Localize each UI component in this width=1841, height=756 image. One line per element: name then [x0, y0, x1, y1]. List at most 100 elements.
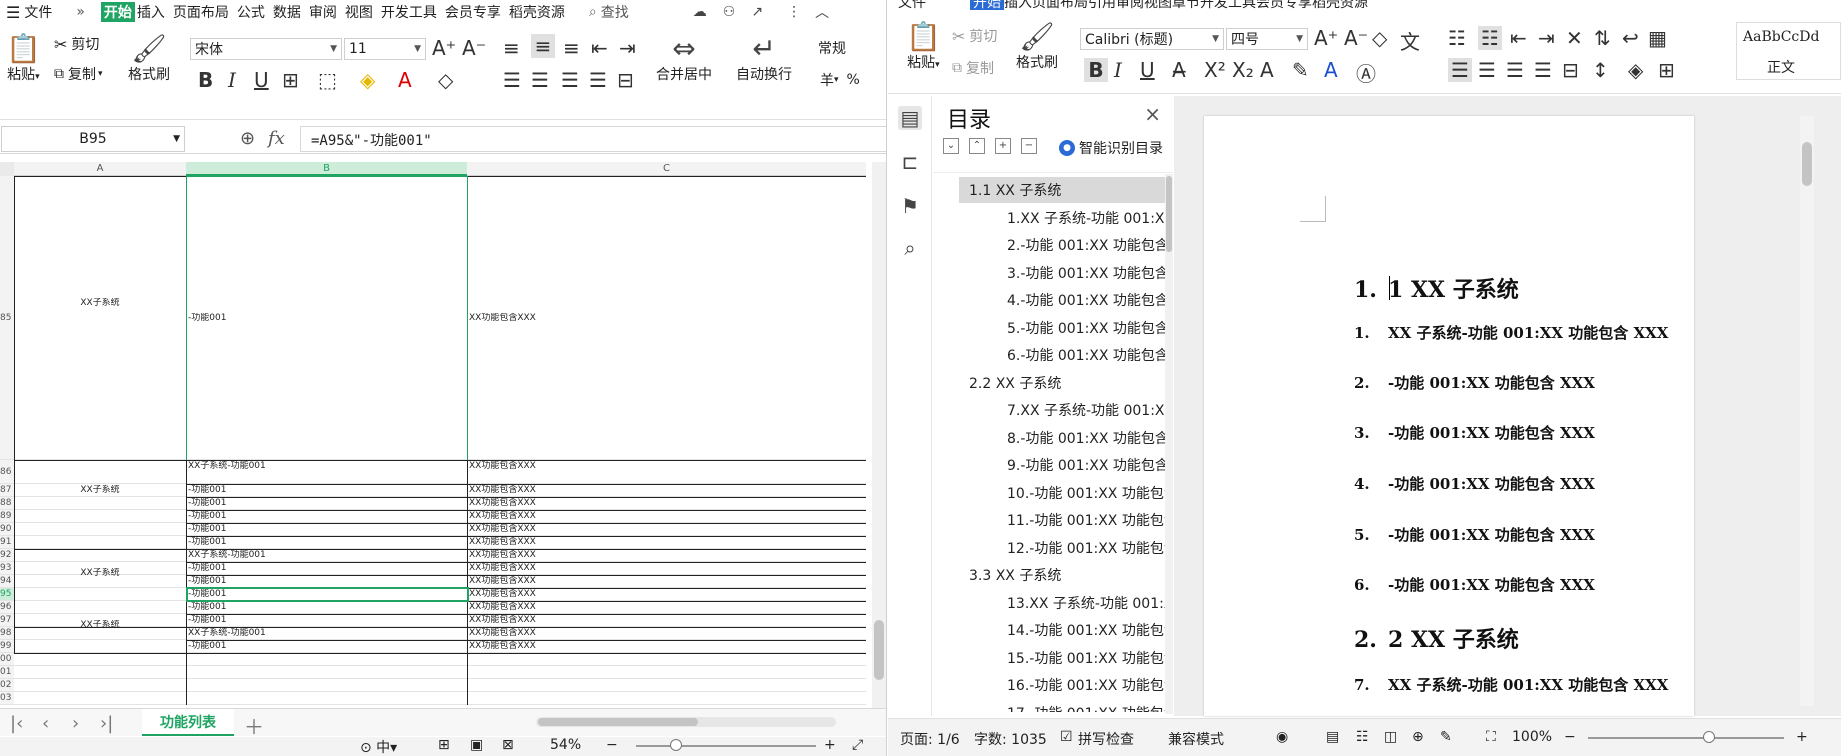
page-view-icon[interactable]: ▤ — [1326, 729, 1339, 745]
document-page[interactable]: 1. 1 XX 子系统 1. XX 子系统-功能 001:XX 功能包含 XXX 2. -… — [1204, 116, 1694, 716]
menu-tab-3[interactable]: 公式 — [235, 2, 267, 22]
file-menu-icon[interactable]: ☰ — [4, 3, 22, 22]
doc-increase-font-icon[interactable]: A⁺ — [1314, 26, 1338, 50]
add-sheet-icon[interactable]: ＋ — [244, 711, 264, 740]
merged-cell-a-2[interactable]: XX子系统 — [16, 568, 184, 579]
selected-cell-b95[interactable] — [186, 587, 469, 602]
find-icon[interactable]: ⌕ — [898, 236, 922, 260]
line-spacing-icon[interactable]: ↕ — [1592, 58, 1609, 82]
doc-zoom-in-icon[interactable]: + — [1796, 729, 1808, 745]
toc-scroll-thumb[interactable] — [1166, 176, 1172, 252]
toc-item-3[interactable]: 3.-功能 001:XX 功能包含 XXX — [1007, 260, 1173, 286]
doc-align-center-icon[interactable]: ☰ — [1478, 58, 1496, 82]
cell-c91[interactable]: XX功能包含XXX — [469, 537, 859, 548]
align-right-icon[interactable]: ☰ — [561, 68, 579, 92]
web-view-icon[interactable]: ⊕ — [1412, 729, 1424, 745]
cell-c97[interactable]: XX功能包含XXX — [469, 615, 859, 626]
doc-h2-4[interactable]: 4. -功能 001:XX 功能包含 XXX — [1354, 473, 1595, 494]
table-icon[interactable]: ▦ — [1648, 26, 1667, 50]
menu-tab-6[interactable]: 视图 — [343, 2, 375, 22]
doc-h2-2[interactable]: 2. -功能 001:XX 功能包含 XXX — [1354, 372, 1595, 393]
underline-icon[interactable]: U — [254, 68, 269, 92]
zoom-slider[interactable] — [636, 745, 816, 747]
doc-align-right-icon[interactable]: ☰ — [1506, 58, 1524, 82]
vertical-scroll-thumb[interactable] — [874, 620, 884, 680]
fullscreen-icon[interactable]: ⤢ — [852, 737, 863, 753]
doc-clear-format-icon[interactable]: ◇ — [1372, 26, 1387, 50]
view-icons[interactable]: ⊙ 中▾ — [360, 737, 397, 756]
doc-h2-1[interactable]: 1. XX 子系统-功能 001:XX 功能包含 XXX — [1354, 322, 1668, 343]
doc-zoom-level[interactable]: 100% — [1512, 729, 1552, 745]
align-left-icon[interactable]: ☰ — [503, 68, 521, 92]
doc-h1-7[interactable]: 2. 2 XX 子系统 — [1354, 622, 1519, 654]
doc-paste-button[interactable]: 📋 粘贴▾ — [906, 22, 941, 72]
fill-pattern-icon[interactable]: ⬚ — [318, 68, 337, 92]
toc-item-9[interactable]: 8.-功能 001:XX 功能包含 XXX — [1007, 425, 1173, 451]
expand-all-icon[interactable]: ⌄ — [943, 138, 959, 154]
collapse-ribbon-icon[interactable]: ︿ — [813, 2, 831, 22]
compat-mode[interactable]: 兼容模式 — [1168, 729, 1224, 749]
toc-item-7[interactable]: 2.2 XX 子系统 — [963, 370, 1061, 396]
more-options-icon[interactable]: ⋮ — [785, 4, 803, 20]
bullets-icon[interactable]: ☷ — [1448, 26, 1466, 50]
word-count[interactable]: 字数: 1035 — [974, 729, 1047, 749]
page-count[interactable]: 页面: 1/6 — [900, 729, 960, 749]
doc-h2-5[interactable]: 5. -功能 001:XX 功能包含 XXX — [1354, 524, 1595, 545]
file-menu[interactable]: 文件 — [22, 2, 54, 22]
menu-tab-0[interactable]: 开始 — [100, 2, 135, 22]
doc-decrease-indent-icon[interactable]: ⇤ — [1510, 26, 1527, 50]
char-border-icon[interactable]: Ⓐ — [1356, 58, 1376, 87]
select-all-corner[interactable] — [0, 162, 14, 176]
toc-item-19[interactable]: 17.-功能 001:XX 功能包含 XXX — [1007, 700, 1173, 713]
toc-item-17[interactable]: 15.-功能 001:XX 功能包含 XXX — [1007, 645, 1173, 671]
cell-c94[interactable]: XX功能包含XXX — [469, 576, 859, 587]
share-icon[interactable]: ↗ — [749, 4, 765, 20]
toc-item-13[interactable]: 12.-功能 001:XX 功能包含 XXX — [1007, 535, 1173, 561]
toc-item-18[interactable]: 16.-功能 001:XX 功能包含 XXX — [1007, 672, 1173, 698]
cell-b91[interactable]: -功能001 — [188, 537, 464, 548]
spell-check[interactable]: 拼写检查 — [1078, 729, 1134, 749]
doc-font-color-icon[interactable]: A — [1324, 58, 1338, 82]
toc-item-2[interactable]: 2.-功能 001:XX 功能包含 XXX — [1007, 232, 1173, 258]
cell-c90[interactable]: XX功能包含XXX — [469, 524, 859, 535]
strikethrough-icon[interactable]: A̶ — [1172, 58, 1186, 82]
toc-item-14[interactable]: 3.3 XX 子系统 — [963, 562, 1061, 588]
doc-h2-6[interactable]: 6. -功能 001:XX 功能包含 XXX — [1354, 574, 1595, 595]
doc-h2-8[interactable]: 7. XX 子系统-功能 001:XX 功能包含 XXX — [1354, 674, 1668, 695]
page-layout-icon[interactable]: ▣ — [470, 737, 483, 753]
bold-icon[interactable]: B — [198, 68, 213, 92]
eye-protection-icon[interactable]: ◉ — [1276, 729, 1288, 745]
page-break-icon[interactable]: ⊠ — [502, 737, 514, 753]
cell-c85[interactable]: XX功能包含XXX — [469, 313, 859, 324]
cloud-icon[interactable]: ☁ — [691, 4, 709, 20]
next-sheet-icon[interactable]: › — [72, 713, 79, 734]
numbering-icon[interactable]: ☷ — [1478, 26, 1502, 50]
cut-button[interactable]: ✂ 剪切 — [54, 34, 99, 54]
cell-c99[interactable]: XX功能包含XXX — [469, 641, 859, 652]
menu-tab-7[interactable]: 开发工具 — [379, 2, 439, 22]
doc-menu-tab-8[interactable]: 会员专享 — [1256, 0, 1312, 10]
doc-menu-tab-7[interactable]: 开发工具 — [1200, 0, 1256, 10]
cell-c88[interactable]: XX功能包含XXX — [469, 498, 859, 509]
close-icon[interactable]: × — [1144, 102, 1161, 126]
fit-page-icon[interactable]: ⛶ — [1486, 729, 1496, 745]
zoom-in-icon[interactable]: + — [824, 737, 836, 753]
fx-icon[interactable]: fx — [268, 128, 285, 149]
cell-b99[interactable]: -功能001 — [188, 641, 464, 652]
doc-cut-button[interactable]: ✂ 剪切 — [952, 26, 997, 46]
doc-increase-indent-icon[interactable]: ⇥ — [1538, 26, 1555, 50]
chapter-nav-icon[interactable]: ⊏ — [898, 150, 922, 174]
merged-cell-a-0[interactable]: XX子系统 — [16, 298, 184, 309]
collapse-all-icon[interactable]: ⌃ — [969, 138, 985, 154]
italic-icon[interactable]: I — [228, 68, 236, 92]
cell-b93[interactable]: -功能001 — [188, 563, 464, 574]
doc-h2-3[interactable]: 3. -功能 001:XX 功能包含 XXX — [1354, 422, 1595, 443]
toc-item-11[interactable]: 10.-功能 001:XX 功能包含 XXX — [1007, 480, 1173, 506]
doc-menu-tab-5[interactable]: 视图 — [1144, 0, 1172, 10]
justify-icon[interactable]: ☰ — [589, 68, 607, 92]
doc-file-menu[interactable]: 文件 — [898, 0, 926, 10]
name-box[interactable]: B95 ▼ — [1, 126, 185, 152]
doc-menu-tab-2[interactable]: 页面布局 — [1032, 0, 1088, 10]
font-color-icon[interactable]: A — [398, 68, 412, 92]
bookmark-icon[interactable]: ⚑ — [898, 194, 922, 218]
